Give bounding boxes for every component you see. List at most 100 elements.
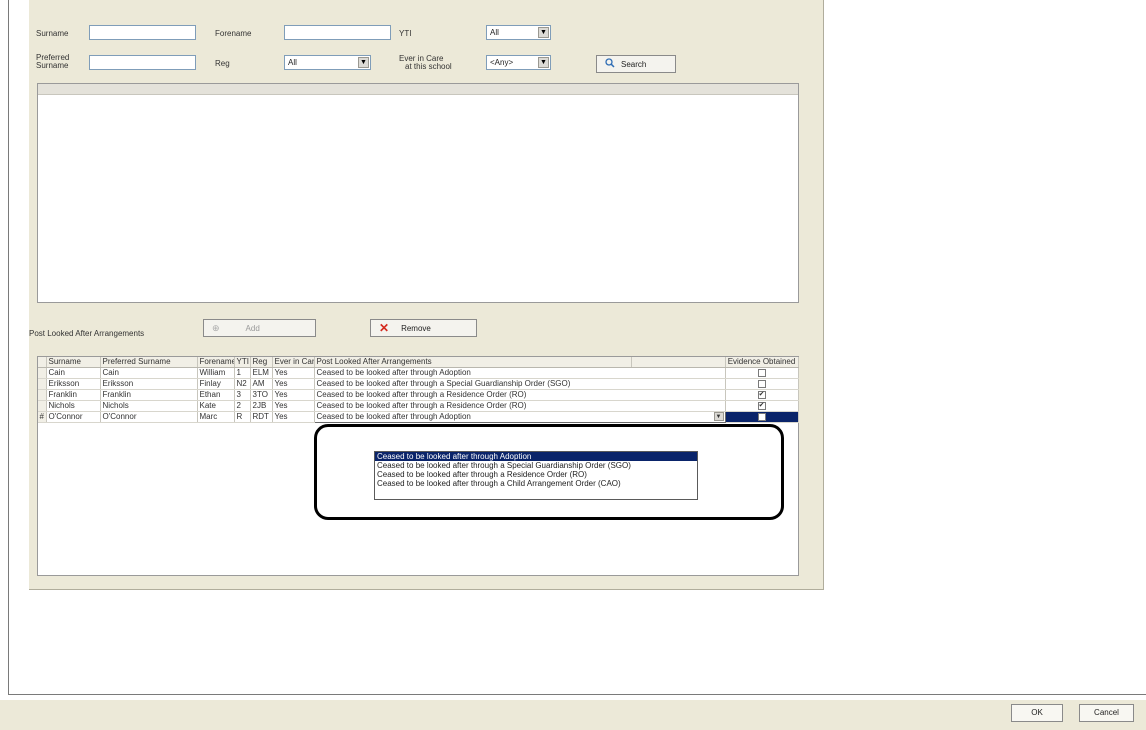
chevron-down-icon[interactable]: ▼ (538, 57, 549, 68)
cell-forename[interactable]: William (197, 367, 235, 379)
table-row[interactable]: Eriksson Eriksson Finlay N2 AM Yes Ceased to b… (38, 378, 799, 390)
ok-button[interactable]: OK (1011, 704, 1063, 722)
cell-ever-in-care[interactable]: Yes (272, 400, 315, 412)
cell-ever-in-care[interactable]: Yes (272, 389, 315, 401)
chevron-down-icon[interactable]: ▼ (538, 27, 549, 38)
cell-evidence-obtained[interactable] (725, 367, 799, 379)
window-bottom-border (8, 694, 1146, 695)
cell-yti[interactable]: R (234, 411, 251, 423)
cell-evidence-obtained[interactable] (725, 411, 799, 423)
cell-arrangement[interactable]: Ceased to be looked after through Adopti… (313, 411, 726, 423)
remove-icon: ✕ (379, 321, 390, 335)
cell-evidence-obtained[interactable] (725, 378, 799, 390)
table-row[interactable]: Cain Cain William 1 ELM Yes Ceased to be looke… (38, 367, 799, 379)
cell-arrangement[interactable]: Ceased to be looked after through Adopti… (314, 367, 726, 379)
column-header-arrangements[interactable]: Post Looked After Arrangements (314, 357, 632, 368)
cell-arrangement[interactable]: Ceased to be looked after through a Resi… (314, 389, 726, 401)
cell-ever-in-care[interactable]: Yes (272, 411, 315, 423)
cell-ever-in-care[interactable]: Yes (272, 367, 315, 379)
cell-arrangement-text: Ceased to be looked after through Adopti… (316, 412, 471, 422)
yti-label: YTI (399, 29, 412, 38)
table-row[interactable]: # O'Connor O'Connor Marc R RDT Yes Ceased to be… (38, 411, 799, 423)
evidence-checkbox[interactable]: ✔ (757, 401, 766, 410)
evidence-checkbox[interactable] (757, 368, 766, 377)
evidence-checkbox[interactable]: ✔ (757, 390, 766, 399)
cell-preferred-surname[interactable]: Franklin (100, 389, 198, 401)
cell-evidence-obtained[interactable]: ✔ (725, 400, 799, 412)
cell-ever-in-care[interactable]: Yes (272, 378, 315, 390)
column-header-reg[interactable]: Reg (250, 357, 273, 368)
yti-value: All (490, 28, 499, 37)
chevron-down-icon[interactable]: ▼ (358, 57, 369, 68)
cell-yti[interactable]: 2 (234, 400, 251, 412)
cell-arrangement-text: Ceased to be looked after through a Resi… (316, 401, 527, 410)
cell-yti[interactable]: N2 (234, 378, 251, 390)
surname-label: Surname (36, 29, 69, 38)
cell-arrangement[interactable]: Ceased to be looked after through a Resi… (314, 400, 726, 412)
search-button[interactable]: Search (596, 55, 676, 73)
search-button-label: Search (621, 59, 647, 69)
add-icon: ⊕ (212, 322, 220, 333)
column-header-yti[interactable]: YTI (234, 357, 251, 368)
cell-arrangement[interactable]: Ceased to be looked after through a Spec… (314, 378, 726, 390)
chevron-down-icon[interactable]: ▼ (713, 412, 724, 421)
row-marker (38, 367, 47, 379)
reg-label: Reg (215, 59, 230, 68)
row-marker: # (38, 411, 47, 423)
cancel-button[interactable]: Cancel (1079, 704, 1134, 722)
reg-dropdown[interactable]: All ▼ (284, 55, 371, 70)
cell-evidence-obtained[interactable]: ✔ (725, 389, 799, 401)
window-left-border (8, 0, 9, 694)
column-header-preferred-surname[interactable]: Preferred Surname (100, 357, 198, 368)
grid-header-row: Surname Preferred Surname Forename YTI R… (38, 357, 799, 368)
row-marker (38, 389, 47, 401)
reg-value: All (288, 58, 297, 67)
add-button[interactable]: ⊕ Add (203, 319, 316, 337)
column-header-evidence-obtained[interactable]: Evidence Obtained (725, 357, 799, 368)
cell-forename[interactable]: Marc (197, 411, 235, 423)
remove-button[interactable]: ✕ Remove (370, 319, 477, 337)
preferred-surname-input[interactable] (89, 55, 196, 70)
cell-preferred-surname[interactable]: Cain (100, 367, 198, 379)
table-row[interactable]: Nichols Nichols Kate 2 2JB Yes Ceased to be lo… (38, 400, 799, 412)
table-row[interactable]: Franklin Franklin Ethan 3 3TO Yes Ceased to be… (38, 389, 799, 401)
cell-reg[interactable]: 3TO (250, 389, 273, 401)
yti-dropdown[interactable]: All ▼ (486, 25, 551, 40)
highlight-annotation (314, 424, 784, 520)
evidence-checkbox[interactable] (757, 412, 766, 421)
evidence-checkbox[interactable] (757, 379, 766, 388)
search-icon (605, 58, 615, 70)
cell-surname[interactable]: Nichols (46, 400, 101, 412)
surname-input[interactable] (89, 25, 196, 40)
cell-reg[interactable]: AM (250, 378, 273, 390)
cell-reg[interactable]: 2JB (250, 400, 273, 412)
cell-forename[interactable]: Kate (197, 400, 235, 412)
cell-surname[interactable]: Eriksson (46, 378, 101, 390)
cell-surname[interactable]: Cain (46, 367, 101, 379)
row-marker (38, 400, 47, 412)
ever-in-care-dropdown[interactable]: <Any> ▼ (486, 55, 551, 70)
column-header-spacer (631, 357, 726, 368)
cell-reg[interactable]: RDT (250, 411, 273, 423)
cell-surname[interactable]: Franklin (46, 389, 101, 401)
arrangements-label: Post Looked After Arrangements (29, 329, 145, 338)
column-header-forename[interactable]: Forename (197, 357, 235, 368)
cell-arrangement-text: Ceased to be looked after through a Resi… (316, 390, 527, 399)
row-marker (38, 378, 47, 390)
cell-forename[interactable]: Finlay (197, 378, 235, 390)
forename-input[interactable] (284, 25, 391, 40)
cell-surname[interactable]: O'Connor (46, 411, 101, 423)
search-results-list[interactable] (37, 83, 799, 303)
cell-preferred-surname[interactable]: O'Connor (100, 411, 198, 423)
cell-reg[interactable]: ELM (250, 367, 273, 379)
cell-yti[interactable]: 1 (234, 367, 251, 379)
cell-yti[interactable]: 3 (234, 389, 251, 401)
ever-in-care-label-2: at this school (405, 62, 452, 71)
ever-in-care-value: <Any> (490, 58, 514, 67)
cell-preferred-surname[interactable]: Nichols (100, 400, 198, 412)
cell-arrangement-text: Ceased to be looked after through Adopti… (316, 368, 471, 377)
cell-forename[interactable]: Ethan (197, 389, 235, 401)
column-header-ever-in-care[interactable]: Ever in Care (272, 357, 315, 368)
column-header-surname[interactable]: Surname (46, 357, 101, 368)
cell-preferred-surname[interactable]: Eriksson (100, 378, 198, 390)
